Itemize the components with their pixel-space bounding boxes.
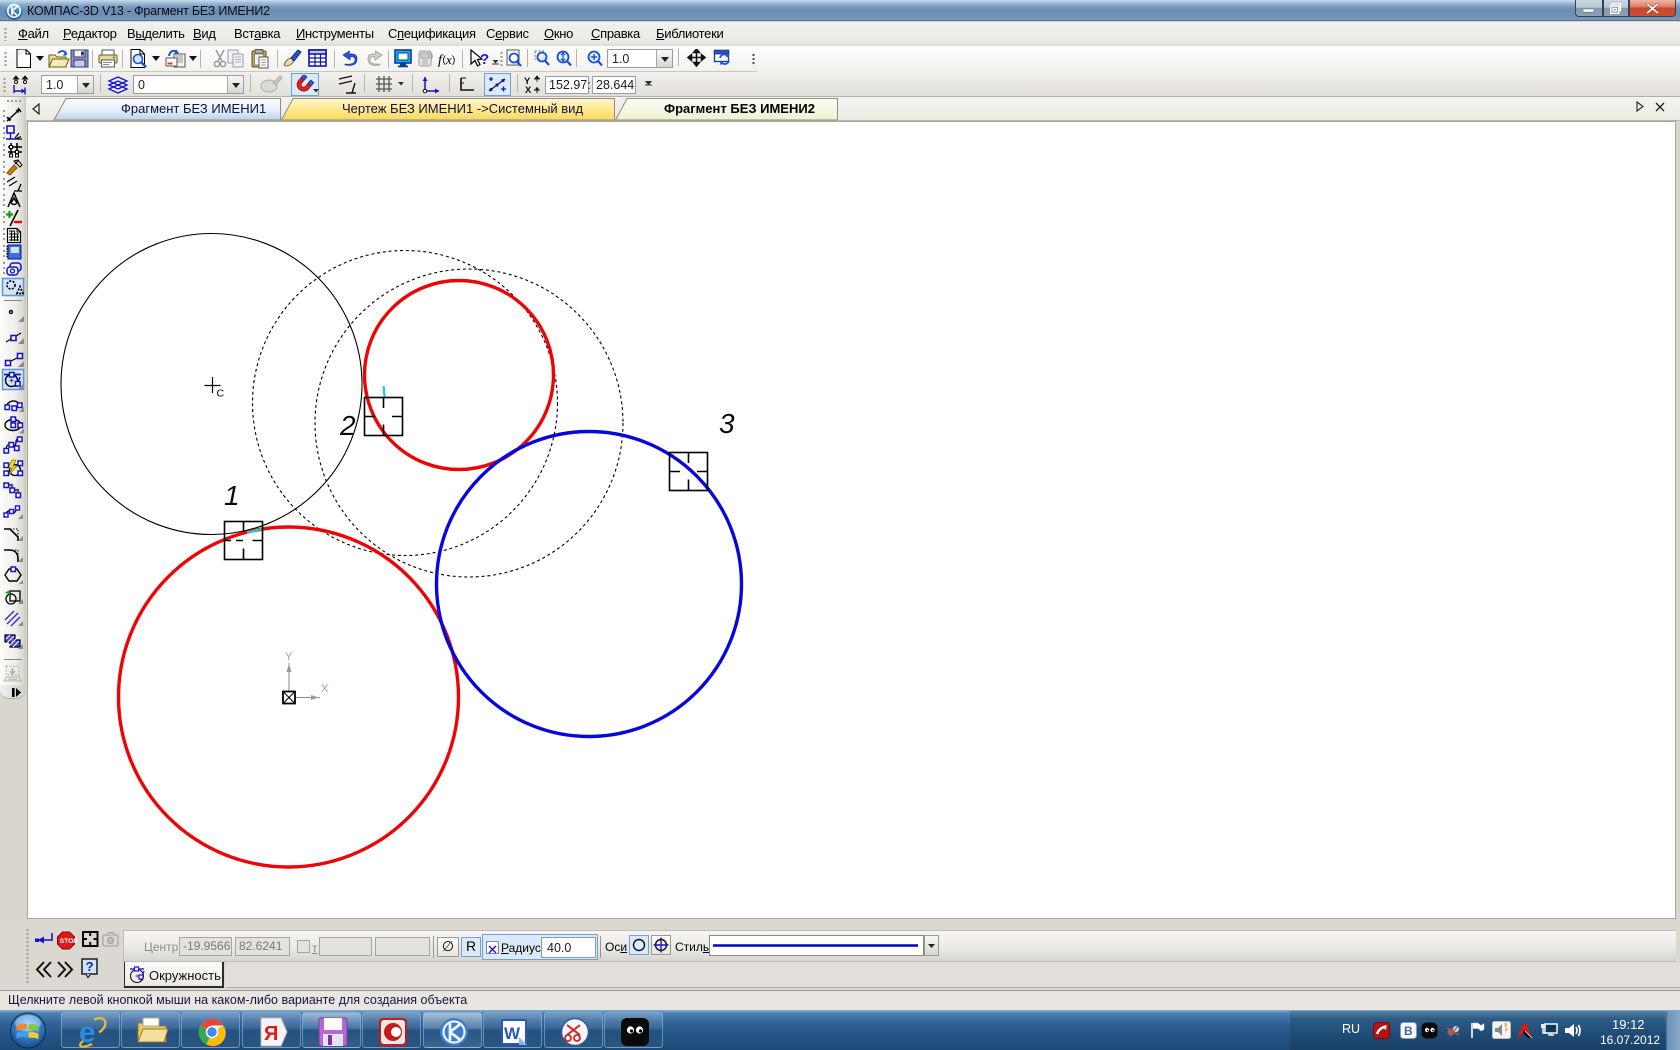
svg-text:Y: Y bbox=[285, 651, 293, 663]
svg-text:Чертеж БЕЗ ИМЕНИ1 ->Системный: Чертеж БЕЗ ИМЕНИ1 ->Системный вид bbox=[342, 101, 583, 116]
svg-text:?: ? bbox=[480, 51, 489, 68]
svg-text:?: ? bbox=[86, 959, 94, 974]
svg-text:x: x bbox=[445, 52, 452, 67]
svg-text:B: B bbox=[1404, 1024, 1413, 1038]
svg-text:3: 3 bbox=[719, 408, 735, 439]
svg-text:1: 1 bbox=[224, 480, 240, 511]
svg-text:W: W bbox=[504, 1024, 521, 1043]
svg-text:): ) bbox=[452, 55, 455, 66]
svg-text:STOP: STOP bbox=[60, 938, 78, 945]
svg-text:X: X bbox=[321, 683, 329, 695]
svg-text:e: e bbox=[79, 1016, 96, 1049]
svg-text:С: С bbox=[217, 388, 225, 400]
svg-text:Фрагмент БЕЗ ИМЕНИ2: Фрагмент БЕЗ ИМЕНИ2 bbox=[664, 101, 815, 116]
svg-text:X: X bbox=[525, 85, 532, 95]
svg-text:Фрагмент БЕЗ ИМЕНИ1: Фрагмент БЕЗ ИМЕНИ1 bbox=[121, 101, 266, 116]
svg-text:Я: Я bbox=[264, 1023, 278, 1045]
svg-text:2: 2 bbox=[339, 410, 356, 441]
